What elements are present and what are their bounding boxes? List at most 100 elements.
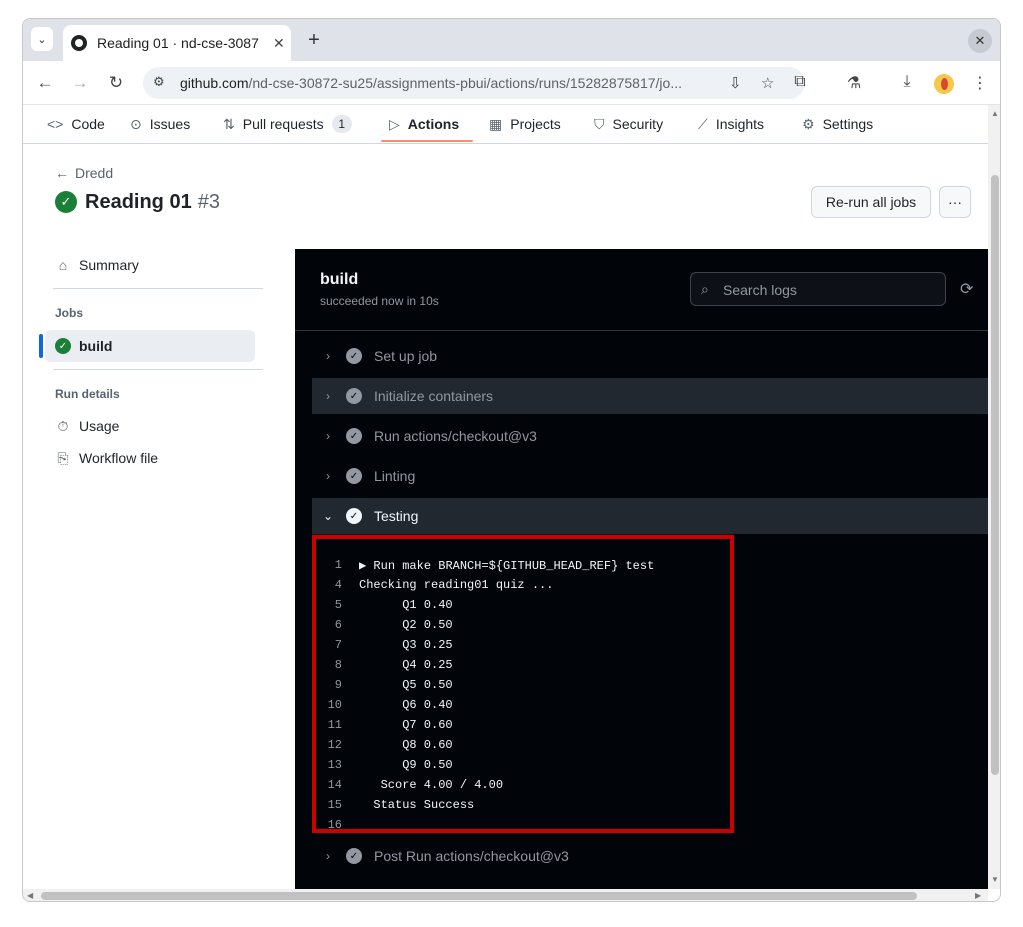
pull-request-icon: ⇅: [223, 115, 235, 132]
horizontal-scroll-thumb[interactable]: [41, 892, 917, 900]
scroll-right-icon[interactable]: ▶: [975, 891, 981, 900]
url-text[interactable]: github.com/nd-cse-30872-su25/assignments…: [180, 75, 700, 91]
run-title: Reading 01: [85, 190, 192, 213]
job-log-panel: build succeeded now in 10s ⌕ ⟳ › ✓ Set up …: [295, 249, 988, 889]
refresh-icon[interactable]: ⟳: [960, 279, 973, 299]
scroll-down-icon[interactable]: ▼: [991, 875, 999, 884]
labs-icon[interactable]: ⚗: [843, 73, 865, 93]
step-label: Testing: [374, 508, 419, 524]
issue-icon: ⊙: [130, 115, 142, 132]
search-logs-input[interactable]: [723, 280, 933, 300]
browser-toolbar: ← → ↻ ⚙ github.com/nd-cse-30872-su25/ass…: [23, 61, 1000, 105]
check-circle-icon: ✓: [346, 468, 362, 484]
scroll-left-icon[interactable]: ◀: [27, 891, 33, 900]
site-info-icon[interactable]: ⚙: [153, 74, 165, 90]
more-options-button[interactable]: ···: [939, 186, 971, 218]
step-initialize-containers[interactable]: › ✓ Initialize containers: [312, 378, 988, 414]
chevron-right-icon: ›: [326, 389, 330, 403]
tab-code-label: Code: [71, 116, 105, 132]
sidebar-item-summary[interactable]: ⌂ Summary: [53, 249, 139, 281]
table-icon: ▦: [489, 115, 503, 132]
tab-actions-label: Actions: [407, 116, 460, 132]
sidebar-item-usage[interactable]: ⏱ Usage: [53, 410, 120, 442]
graph-icon: ⟋: [698, 115, 708, 132]
sidebar-item-build[interactable]: ✓ build: [55, 330, 112, 362]
sidebar-item-workflow-file[interactable]: ⎘ Workflow file: [53, 442, 158, 474]
arrow-left-icon: ←: [55, 165, 69, 181]
download-icon[interactable]: ⤓: [896, 73, 918, 91]
step-set-up-job[interactable]: › ✓ Set up job: [312, 338, 988, 374]
reload-icon[interactable]: ↻: [106, 73, 126, 93]
tab-title: Reading 01 · nd-cse-3087: [97, 35, 259, 51]
check-circle-icon: ✓: [346, 348, 362, 364]
scroll-up-icon[interactable]: ▲: [991, 109, 999, 118]
chevron-right-icon: ›: [326, 349, 330, 363]
browser-tab[interactable]: Reading 01 · nd-cse-3087 ✕: [63, 25, 291, 61]
tab-issues-label: Issues: [149, 116, 191, 132]
home-icon: ⌂: [58, 257, 68, 273]
tab-security-label: Security: [612, 116, 664, 132]
tab-actions[interactable]: ▷ Actions: [389, 111, 459, 137]
tab-insights[interactable]: ⟋ Insights: [698, 111, 764, 137]
address-bar[interactable]: ⚙ github.com/nd-cse-30872-su25/assignmen…: [143, 67, 805, 99]
check-circle-icon: ✓: [55, 191, 77, 213]
pull-request-count: 1: [331, 115, 352, 133]
chevron-right-icon: ›: [326, 469, 330, 483]
tab-projects[interactable]: ▦ Projects: [489, 111, 561, 137]
back-to-workflow-link[interactable]: ← Dredd: [55, 165, 113, 181]
tab-insights-label: Insights: [715, 116, 765, 132]
active-tab-underline: [381, 140, 473, 142]
step-linting[interactable]: › ✓ Linting: [312, 458, 988, 494]
vertical-scrollbar[interactable]: ▲ ▼: [988, 105, 1000, 889]
sidebar-build-label: build: [79, 338, 113, 354]
job-name: build: [320, 271, 359, 288]
tab-close-icon[interactable]: ✕: [273, 35, 285, 52]
search-logs-field[interactable]: ⌕: [690, 272, 946, 306]
step-label: Run actions/checkout@v3: [374, 428, 537, 444]
tab-search-button[interactable]: ⌄: [31, 27, 53, 51]
new-tab-button[interactable]: +: [303, 29, 325, 52]
file-code-icon: ⎘: [57, 449, 69, 466]
search-icon: ⌕: [701, 281, 709, 297]
vertical-scroll-thumb[interactable]: [991, 175, 999, 775]
step-post-run-checkout[interactable]: › ✓ Post Run actions/checkout@v3: [312, 838, 988, 874]
tab-settings[interactable]: ⚙ Settings: [802, 111, 873, 137]
check-circle-icon: ✓: [346, 388, 362, 404]
tab-security[interactable]: ⛉ Security: [594, 111, 663, 137]
check-circle-icon: ✓: [346, 428, 362, 444]
jobs-heading: Jobs: [55, 306, 84, 320]
step-label: Initialize containers: [374, 388, 494, 404]
step-run-checkout[interactable]: › ✓ Run actions/checkout@v3: [312, 418, 988, 454]
sidebar-workflow-file-label: Workflow file: [79, 450, 159, 466]
forward-icon[interactable]: →: [70, 73, 90, 93]
horizontal-scrollbar[interactable]: ◀ ▶: [23, 889, 988, 901]
stopwatch-icon: ⏱: [57, 417, 69, 434]
back-link-label: Dredd: [75, 165, 114, 181]
back-icon[interactable]: ←: [35, 73, 55, 93]
tab-code[interactable]: <> Code: [47, 111, 105, 137]
tab-pull-requests[interactable]: ⇅ Pull requests 1: [223, 111, 352, 137]
highlight-annotation-box: [312, 535, 734, 833]
menu-icon[interactable]: ⋮: [969, 73, 991, 93]
tab-issues[interactable]: ⊙ Issues: [130, 111, 190, 137]
profile-icon[interactable]: [934, 74, 954, 94]
step-testing[interactable]: ⌄ ✓ Testing: [312, 498, 988, 534]
tab-settings-label: Settings: [822, 116, 874, 132]
url-host: github.com: [180, 75, 249, 91]
extensions-icon[interactable]: ⧉: [789, 73, 811, 91]
window-close-button[interactable]: ✕: [968, 29, 992, 53]
run-details-heading: Run details: [55, 387, 120, 401]
sidebar-divider: [53, 369, 263, 370]
step-label: Linting: [374, 468, 416, 484]
star-icon[interactable]: ☆: [761, 74, 774, 92]
job-status: succeeded now in 10s: [320, 294, 439, 308]
run-number: #3: [197, 190, 220, 213]
repo-nav: <> Code ⊙ Issues ⇅ Pull requests 1 ▷ Actions …: [23, 105, 988, 144]
install-icon[interactable]: ⇩: [729, 74, 742, 92]
step-label: Post Run actions/checkout@v3: [374, 848, 569, 864]
check-circle-icon: ✓: [346, 508, 362, 524]
sidebar-summary-label: Summary: [79, 257, 139, 273]
code-icon: <>: [47, 116, 64, 132]
github-favicon-icon: [71, 35, 87, 51]
rerun-all-jobs-button[interactable]: Re-run all jobs: [811, 186, 931, 218]
